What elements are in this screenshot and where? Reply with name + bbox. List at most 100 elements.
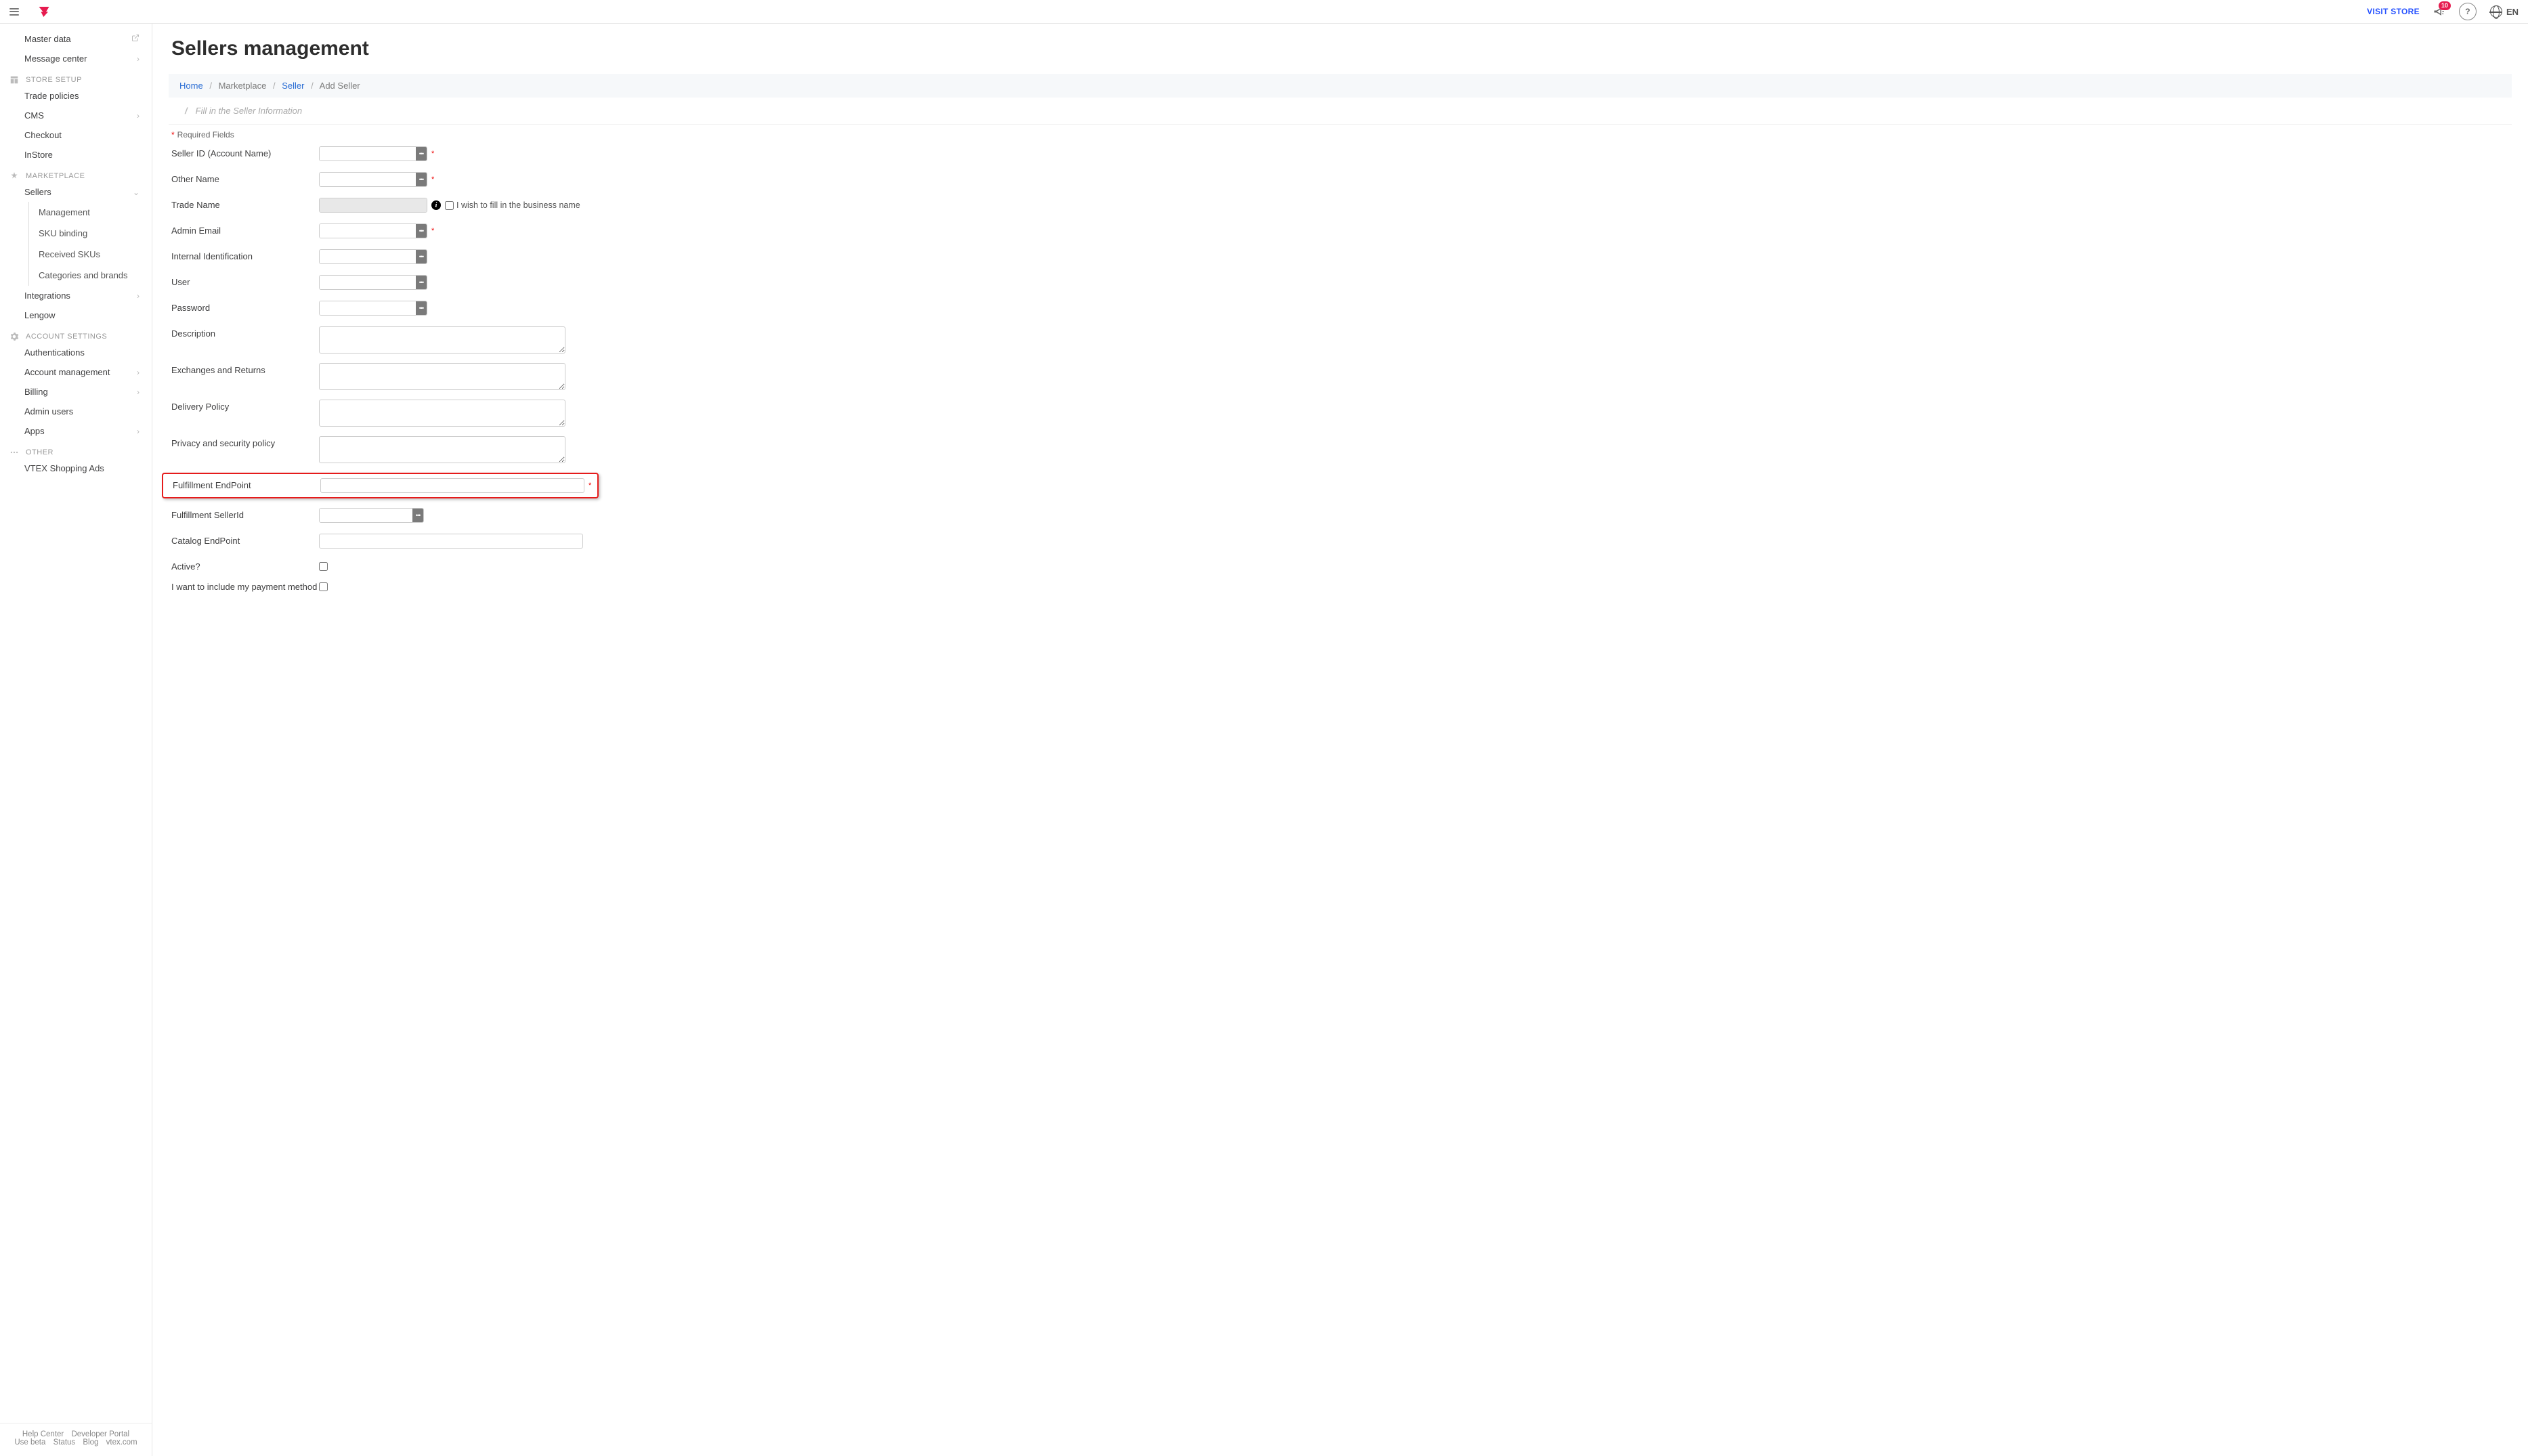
row-fulfillment-endpoint: Fulfillment EndPoint * bbox=[162, 473, 599, 498]
sidebar-item-master-data[interactable]: Master data bbox=[0, 29, 152, 49]
textarea-privacy-policy[interactable] bbox=[319, 436, 565, 463]
breadcrumb-home[interactable]: Home bbox=[179, 81, 203, 91]
sidebar-section-label: ACCOUNT SETTINGS bbox=[26, 333, 107, 341]
sidebar-section-label: OTHER bbox=[26, 448, 53, 456]
sidebar-section-label: MARKETPLACE bbox=[26, 172, 85, 180]
row-trade-name: Trade Name I wish to fill in the busines… bbox=[171, 198, 2509, 214]
asterisk-icon: * bbox=[171, 130, 175, 140]
row-password: Password bbox=[171, 301, 2509, 317]
label-delivery-policy: Delivery Policy bbox=[171, 400, 319, 412]
footer-link-vtexcom[interactable]: vtex.com bbox=[106, 1438, 137, 1447]
sidebar-item-lengow[interactable]: Lengow bbox=[0, 305, 152, 325]
input-fulfillment-endpoint[interactable] bbox=[320, 478, 584, 493]
form-section-title: Fill in the Seller Information bbox=[196, 106, 303, 116]
vtex-logo-icon[interactable] bbox=[38, 5, 50, 19]
input-internal-id[interactable] bbox=[320, 250, 416, 263]
sidebar-item-checkout[interactable]: Checkout bbox=[0, 125, 152, 145]
visit-store-link[interactable]: VISIT STORE bbox=[2367, 7, 2420, 16]
required-indicator-icon: * bbox=[431, 175, 434, 184]
sidebar-submenu-sellers: Management SKU binding Received SKUs Cat… bbox=[28, 202, 152, 286]
row-fulfillment-seller-id: Fulfillment SellerId bbox=[171, 508, 2509, 524]
sidebar-item-authentications[interactable]: Authentications bbox=[0, 343, 152, 362]
textarea-exchanges-returns[interactable] bbox=[319, 363, 565, 390]
checkbox-payment-method[interactable] bbox=[319, 582, 328, 591]
sidebar-section-marketplace: MARKETPLACE bbox=[0, 165, 152, 182]
checkbox-input-fill-business-name[interactable] bbox=[445, 201, 454, 210]
sidebar-item-billing[interactable]: Billing › bbox=[0, 382, 152, 402]
sidebar-footer: Help Center Developer Portal Use beta St… bbox=[0, 1423, 152, 1456]
textarea-description[interactable] bbox=[319, 326, 565, 354]
menu-toggle-icon[interactable] bbox=[9, 6, 19, 17]
input-password[interactable] bbox=[320, 301, 416, 315]
more-icon[interactable] bbox=[416, 224, 427, 238]
sidebar-item-label: VTEX Shopping Ads bbox=[24, 463, 104, 473]
sidebar-item-label: Apps bbox=[24, 426, 45, 436]
sidebar-item-sellers[interactable]: Sellers ⌄ bbox=[0, 182, 152, 202]
input-fulfillment-seller-id[interactable] bbox=[320, 509, 412, 522]
textarea-delivery-policy[interactable] bbox=[319, 400, 565, 427]
sidebar-item-label: Account management bbox=[24, 367, 110, 377]
external-link-icon bbox=[131, 34, 140, 44]
footer-link-blog[interactable]: Blog bbox=[83, 1438, 98, 1447]
footer-link-help-center[interactable]: Help Center bbox=[22, 1430, 64, 1438]
input-admin-email[interactable] bbox=[320, 224, 416, 238]
label-admin-email: Admin Email bbox=[171, 223, 319, 236]
chevron-right-icon: › bbox=[137, 387, 140, 397]
footer-link-use-beta[interactable]: Use beta bbox=[14, 1438, 45, 1447]
sidebar-item-message-center[interactable]: Message center › bbox=[0, 49, 152, 68]
input-other-name[interactable] bbox=[320, 173, 416, 186]
row-catalog-endpoint: Catalog EndPoint bbox=[171, 534, 2509, 550]
sidebar-item-label: Lengow bbox=[24, 310, 56, 320]
sidebar-section-store-setup: STORE SETUP bbox=[0, 68, 152, 86]
header-right: VISIT STORE 10 ? EN bbox=[2367, 3, 2519, 20]
info-icon[interactable] bbox=[431, 200, 441, 210]
footer-link-status[interactable]: Status bbox=[53, 1438, 76, 1447]
seller-form: *Required Fields Seller ID (Account Name… bbox=[169, 125, 2512, 596]
more-icon[interactable] bbox=[416, 147, 427, 160]
row-seller-id: Seller ID (Account Name) * bbox=[171, 146, 2509, 163]
sidebar-item-integrations[interactable]: Integrations › bbox=[0, 286, 152, 305]
announcements-button[interactable]: 10 bbox=[2433, 5, 2445, 18]
checkbox-active[interactable] bbox=[319, 562, 328, 571]
sidebar-item-sku-binding[interactable]: SKU binding bbox=[29, 223, 152, 244]
row-active: Active? bbox=[171, 559, 2509, 576]
chevron-right-icon: › bbox=[137, 291, 140, 301]
breadcrumb-marketplace: Marketplace bbox=[219, 81, 267, 91]
checkbox-fill-business-name[interactable]: I wish to fill in the business name bbox=[445, 200, 580, 210]
more-icon[interactable] bbox=[416, 250, 427, 263]
sidebar-item-instore[interactable]: InStore bbox=[0, 145, 152, 165]
sidebar-item-admin-users[interactable]: Admin users bbox=[0, 402, 152, 421]
breadcrumb-separator: / bbox=[311, 81, 314, 91]
sidebar-item-label: Sellers bbox=[24, 187, 51, 197]
sidebar-item-cms[interactable]: CMS › bbox=[0, 106, 152, 125]
more-icon[interactable] bbox=[416, 301, 427, 315]
sidebar-item-apps[interactable]: Apps › bbox=[0, 421, 152, 441]
more-icon[interactable] bbox=[412, 509, 423, 522]
footer-link-developer-portal[interactable]: Developer Portal bbox=[71, 1430, 129, 1438]
sidebar-item-label: InStore bbox=[24, 150, 53, 160]
more-icon[interactable] bbox=[416, 173, 427, 186]
sidebar-item-received-skus[interactable]: Received SKUs bbox=[29, 244, 152, 265]
row-exchanges-returns: Exchanges and Returns bbox=[171, 363, 2509, 390]
chevron-right-icon: › bbox=[137, 368, 140, 377]
row-delivery-policy: Delivery Policy bbox=[171, 400, 2509, 427]
sidebar-item-trade-policies[interactable]: Trade policies bbox=[0, 86, 152, 106]
label-exchanges-returns: Exchanges and Returns bbox=[171, 363, 319, 375]
input-catalog-endpoint[interactable] bbox=[319, 534, 583, 549]
breadcrumb-seller[interactable]: Seller bbox=[282, 81, 304, 91]
required-fields-note: *Required Fields bbox=[171, 125, 2509, 146]
input-seller-id[interactable] bbox=[320, 147, 416, 160]
app-header: VISIT STORE 10 ? EN bbox=[0, 0, 2528, 24]
more-icon[interactable] bbox=[416, 276, 427, 289]
language-selector[interactable]: EN bbox=[2490, 5, 2519, 18]
label-trade-name: Trade Name bbox=[171, 198, 319, 210]
row-internal-id: Internal Identification bbox=[171, 249, 2509, 265]
help-button[interactable]: ? bbox=[2459, 3, 2477, 20]
row-payment-method: I want to include my payment method bbox=[171, 580, 2509, 596]
sidebar-item-vtex-shopping-ads[interactable]: VTEX Shopping Ads bbox=[0, 458, 152, 478]
row-admin-email: Admin Email * bbox=[171, 223, 2509, 240]
input-user[interactable] bbox=[320, 276, 416, 289]
sidebar-item-management[interactable]: Management bbox=[29, 202, 152, 223]
sidebar-item-account-management[interactable]: Account management › bbox=[0, 362, 152, 382]
sidebar-item-categories-brands[interactable]: Categories and brands bbox=[29, 265, 152, 286]
